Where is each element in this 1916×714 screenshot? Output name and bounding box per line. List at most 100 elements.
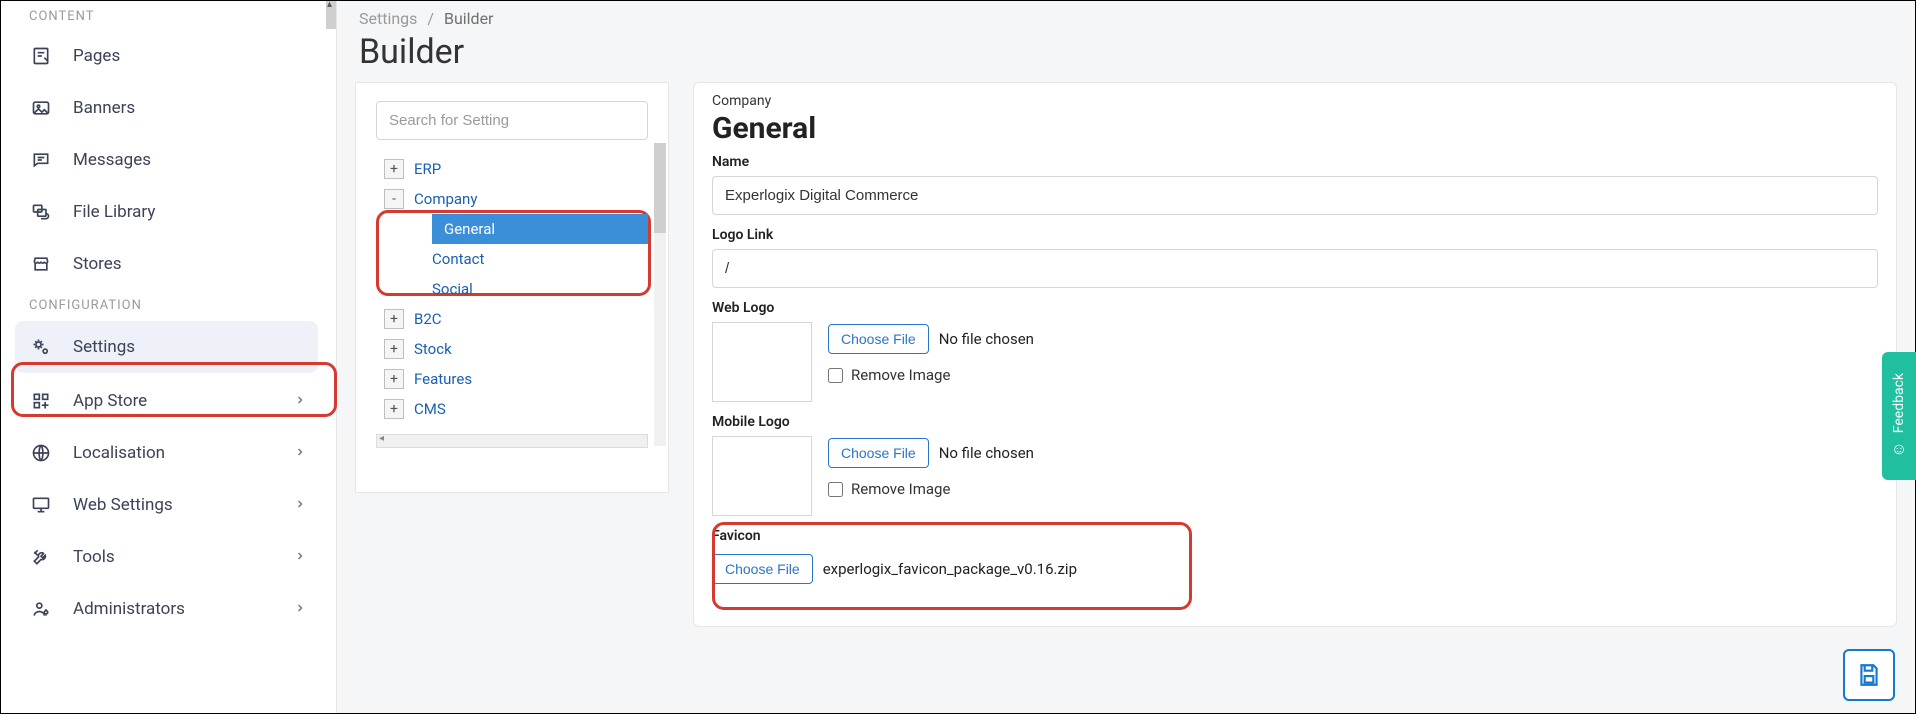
- logo-link-input[interactable]: [712, 249, 1878, 288]
- sidebar-item-label: Administrators: [73, 599, 185, 619]
- page-icon: [29, 44, 53, 68]
- page-title: Builder: [355, 30, 1897, 82]
- admin-icon: [29, 597, 53, 621]
- save-button[interactable]: [1843, 649, 1895, 701]
- remove-image-label: Remove Image: [851, 366, 950, 384]
- gears-icon: [29, 335, 53, 359]
- tree-node-label: CMS: [414, 400, 446, 418]
- tree-expand-icon[interactable]: +: [384, 339, 404, 359]
- tree-expand-icon[interactable]: +: [384, 159, 404, 179]
- sidebar-item-pages[interactable]: Pages: [1, 30, 326, 82]
- tree-expand-icon[interactable]: +: [384, 369, 404, 389]
- tree-node-company[interactable]: - Company: [376, 184, 648, 214]
- tree-collapse-icon[interactable]: -: [384, 189, 404, 209]
- web-logo-remove-checkbox-row[interactable]: Remove Image: [828, 366, 1034, 384]
- sidebar-section-configuration: CONFIGURATION: [1, 290, 326, 319]
- message-icon: [29, 148, 53, 172]
- settings-form-panel: Company General Name Logo Link Web Logo: [693, 82, 1897, 627]
- search-setting-input[interactable]: [376, 101, 648, 140]
- chevron-right-icon: [294, 547, 306, 567]
- sidebar-item-messages[interactable]: Messages: [1, 134, 326, 186]
- main-content: Settings / Builder Builder + ERP - Compa…: [337, 1, 1915, 713]
- logo-link-label: Logo Link: [712, 227, 1878, 243]
- mobile-logo-file-status: No file chosen: [939, 444, 1034, 462]
- sidebar-scrollbar[interactable]: ▴: [326, 1, 336, 29]
- chevron-right-icon: [294, 443, 306, 463]
- favicon-file-name: experlogix_favicon_package_v0.16.zip: [823, 560, 1077, 578]
- mobile-logo-preview: [712, 436, 812, 516]
- name-label: Name: [712, 154, 1878, 170]
- sidebar-item-label: Stores: [73, 254, 122, 274]
- breadcrumb-root[interactable]: Settings: [359, 9, 417, 28]
- breadcrumb: Settings / Builder: [355, 5, 1897, 30]
- favicon-choose-file-button[interactable]: Choose File: [712, 554, 813, 584]
- web-logo-remove-checkbox[interactable]: [828, 368, 843, 383]
- web-logo-choose-file-button[interactable]: Choose File: [828, 324, 929, 354]
- tree-node-contact[interactable]: Contact: [376, 244, 648, 274]
- tree-node-label: ERP: [414, 160, 441, 178]
- chevron-right-icon: [294, 599, 306, 619]
- tree-expand-icon[interactable]: +: [384, 309, 404, 329]
- sidebar-item-banners[interactable]: Banners: [1, 82, 326, 134]
- tree-node-label: Company: [414, 190, 477, 208]
- sidebar-item-label: Settings: [73, 337, 135, 357]
- settings-tree-panel: + ERP - Company General Contact Social: [355, 82, 669, 493]
- sidebar-item-web-settings[interactable]: Web Settings: [1, 479, 326, 531]
- tree-horizontal-scrollbar[interactable]: [376, 434, 648, 448]
- sidebar-item-label: Localisation: [73, 443, 165, 463]
- tree-node-label: Features: [414, 370, 472, 388]
- name-input[interactable]: [712, 176, 1878, 215]
- mobile-logo-choose-file-button[interactable]: Choose File: [828, 438, 929, 468]
- tree-node-label: Stock: [414, 340, 452, 358]
- web-logo-file-status: No file chosen: [939, 330, 1034, 348]
- breadcrumb-sep: /: [427, 9, 434, 28]
- tree-node-features[interactable]: + Features: [376, 364, 648, 394]
- tools-icon: [29, 545, 53, 569]
- tree-node-general[interactable]: General: [376, 214, 648, 244]
- remove-image-label: Remove Image: [851, 480, 950, 498]
- settings-tree: + ERP - Company General Contact Social: [376, 154, 648, 424]
- sidebar-item-administrators[interactable]: Administrators: [1, 583, 326, 635]
- sidebar-item-label: App Store: [73, 391, 147, 411]
- mobile-logo-remove-checkbox-row[interactable]: Remove Image: [828, 480, 1034, 498]
- chevron-right-icon: [294, 495, 306, 515]
- store-icon: [29, 252, 53, 276]
- monitor-icon: [29, 493, 53, 517]
- sidebar-item-localisation[interactable]: Localisation: [1, 427, 326, 479]
- sidebar-item-label: Web Settings: [73, 495, 173, 515]
- form-title: General: [712, 111, 1878, 146]
- web-logo-label: Web Logo: [712, 300, 1878, 316]
- tree-node-stock[interactable]: + Stock: [376, 334, 648, 364]
- sidebar-section-content: CONTENT: [1, 1, 326, 30]
- sidebar-item-stores[interactable]: Stores: [1, 238, 326, 290]
- cloud-files-icon: [29, 200, 53, 224]
- chevron-right-icon: [294, 391, 306, 411]
- sidebar-item-label: Banners: [73, 98, 135, 118]
- sidebar-item-tools[interactable]: Tools: [1, 531, 326, 583]
- sidebar-item-settings[interactable]: Settings: [15, 321, 318, 373]
- sidebar-item-label: File Library: [73, 202, 155, 222]
- tree-node-erp[interactable]: + ERP: [376, 154, 648, 184]
- globe-icon: [29, 441, 53, 465]
- feedback-tab[interactable]: Feedback ☺: [1882, 352, 1916, 480]
- sidebar-item-label: Messages: [73, 150, 151, 170]
- sidebar-item-label: Tools: [73, 547, 115, 567]
- tree-expand-icon[interactable]: +: [384, 399, 404, 419]
- tree-vertical-scrollbar[interactable]: ▴: [654, 143, 666, 446]
- apps-icon: [29, 389, 53, 413]
- sidebar-item-file-library[interactable]: File Library: [1, 186, 326, 238]
- favicon-label: Favicon: [712, 528, 1878, 544]
- tree-node-social[interactable]: Social: [376, 274, 648, 304]
- tree-node-b2c[interactable]: + B2C: [376, 304, 648, 334]
- sidebar-item-app-store[interactable]: App Store: [1, 375, 326, 427]
- image-icon: [29, 96, 53, 120]
- tree-node-label: B2C: [414, 310, 442, 328]
- save-icon: [1856, 662, 1882, 688]
- feedback-label: Feedback: [1891, 373, 1907, 433]
- breadcrumb-current: Builder: [444, 9, 494, 28]
- mobile-logo-remove-checkbox[interactable]: [828, 482, 843, 497]
- tree-node-label: Social: [432, 280, 473, 298]
- tree-node-label: General: [432, 214, 648, 244]
- mobile-logo-label: Mobile Logo: [712, 414, 1878, 430]
- tree-node-cms[interactable]: + CMS: [376, 394, 648, 424]
